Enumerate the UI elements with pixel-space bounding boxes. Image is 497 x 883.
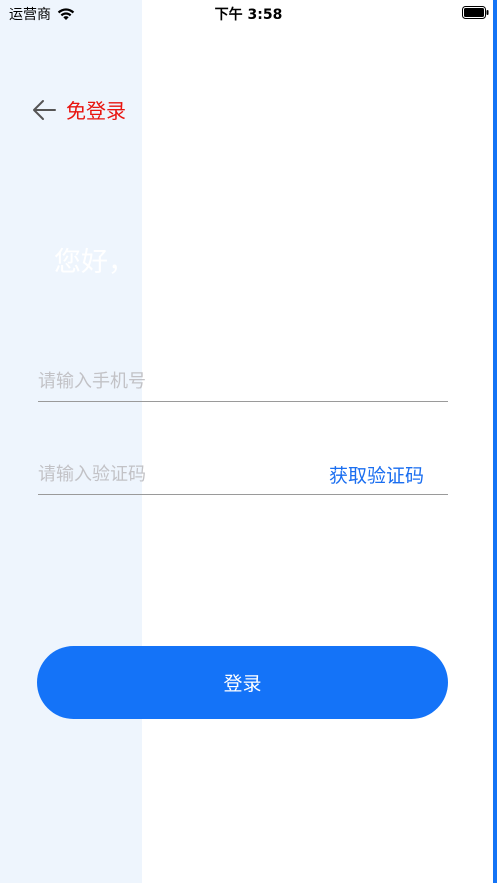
battery-icon bbox=[462, 6, 489, 19]
phone-field-row bbox=[38, 361, 448, 402]
phone-input[interactable] bbox=[38, 362, 448, 400]
back-arrow-icon bbox=[33, 99, 56, 120]
right-edge-strip bbox=[493, 0, 497, 883]
login-button-label: 登录 bbox=[223, 673, 262, 695]
get-code-button[interactable]: 获取验证码 bbox=[329, 461, 424, 488]
page-title: 免登录 bbox=[66, 99, 126, 123]
status-time: 下午 3:58 bbox=[214, 7, 283, 23]
greeting-text: 您好， bbox=[54, 247, 135, 278]
login-button[interactable]: 登录 bbox=[37, 646, 448, 719]
verification-code-input[interactable] bbox=[38, 455, 329, 493]
login-screen: 运营商 下午 3:58 免登录 您好， 获取验证码 登录 bbox=[0, 0, 497, 883]
status-bar: 运营商 下午 3:58 bbox=[0, 0, 497, 26]
left-decor-panel bbox=[0, 0, 142, 883]
back-button[interactable]: 免登录 bbox=[30, 95, 126, 124]
code-field-row: 获取验证码 bbox=[38, 454, 448, 495]
